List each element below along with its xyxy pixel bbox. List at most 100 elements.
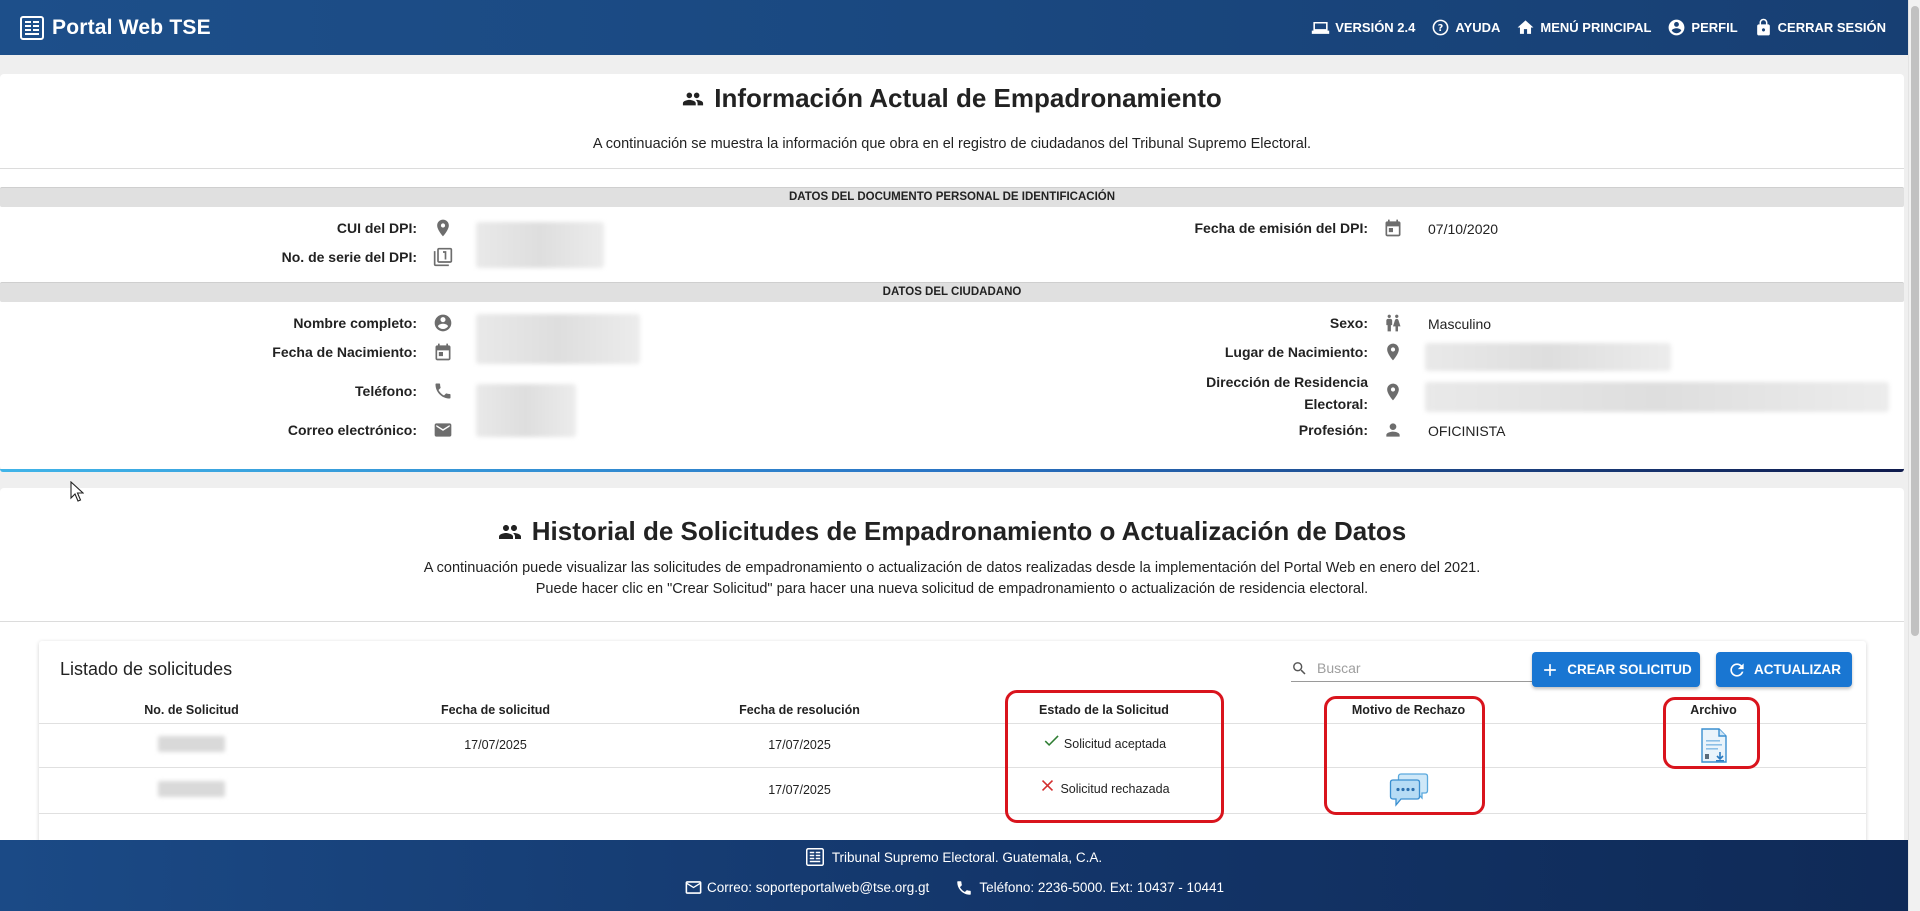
account-circle-icon: [434, 314, 452, 332]
history-header: Historial de Solicitudes de Empadronamie…: [0, 488, 1904, 600]
footer-org: Tribunal Supremo Electoral. Guatemala, C…: [831, 849, 1103, 865]
redacted-phone-email: [476, 384, 576, 437]
col-numero[interactable]: No. de Solicitud: [39, 698, 344, 724]
create-request-label: CREAR SOLICITUD: [1567, 662, 1692, 677]
cell-numero: [39, 767, 344, 814]
footer: Tribunal Supremo Electoral. Guatemala, C…: [0, 840, 1908, 911]
scrollbar-thumb[interactable]: [1911, 6, 1919, 636]
history-subtitle-line2: Puede hacer clic en "Crear Solicitud" pa…: [535, 581, 1369, 597]
col-fecha-solicitud[interactable]: Fecha de solicitud: [344, 698, 647, 724]
table-row: 17/07/2025 Solicitud rechazada: [39, 767, 1866, 814]
nav-profile-label: PERFIL: [1691, 20, 1738, 35]
tse-logo-icon: [805, 848, 824, 866]
location-pin-icon: [1387, 343, 1399, 361]
nav-help-label: AYUDA: [1455, 20, 1501, 35]
nav-logout-label: CERRAR SESIÓN: [1777, 20, 1886, 35]
search-icon: [1293, 662, 1306, 675]
nacimiento-label: Fecha de Nacimiento:: [272, 344, 417, 360]
redacted-birthplace: [1425, 343, 1671, 371]
cell-fecha-solicitud: 17/07/2025: [344, 723, 647, 768]
divider: [0, 168, 1904, 169]
history-subtitle: A continuación puede visualizar las soli…: [0, 558, 1904, 600]
dpi-section-heading: DATOS DEL DOCUMENTO PERSONAL DE IDENTIFI…: [0, 187, 1904, 207]
lock-icon: [1756, 18, 1770, 36]
calendar-icon: [1385, 219, 1401, 237]
plus-icon: [1544, 663, 1557, 676]
location-pin-icon: [437, 219, 449, 237]
cell-fecha-resolucion: 17/07/2025: [647, 723, 952, 768]
search-input[interactable]: [1317, 657, 1527, 679]
nav-help[interactable]: ? AYUDA: [1431, 18, 1500, 37]
current-info-subtitle: A continuación se muestra la información…: [592, 136, 1312, 152]
serie-label: No. de serie del DPI:: [281, 249, 417, 265]
wc-icon: [1386, 314, 1401, 332]
profesion-value: OFICINISTA: [1428, 423, 1506, 439]
lugar-label: Lugar de Nacimiento:: [1224, 344, 1368, 360]
direccion-label-line2: Electoral:: [1304, 396, 1368, 412]
current-info-card: Información Actual de Empadronamiento A …: [0, 74, 1904, 472]
col-fecha-resolucion[interactable]: Fecha de resolución: [647, 698, 952, 724]
footer-email[interactable]: Correo: soporteportalweb@tse.org.gt: [707, 880, 929, 895]
citizen-section-heading: DATOS DEL CIUDADANO: [0, 282, 1904, 302]
mouse-cursor-icon: [70, 481, 84, 502]
refresh-icon: [1730, 662, 1744, 677]
cell-fecha-solicitud: [344, 767, 647, 814]
laptop-icon: [1311, 21, 1330, 34]
profesion-label: Profesión:: [1298, 422, 1368, 438]
location-pin-icon: [1387, 383, 1399, 401]
sexo-value: Masculino: [1428, 316, 1492, 332]
divider: [0, 621, 1904, 622]
create-request-button[interactable]: CREAR SOLICITUD: [1532, 652, 1700, 687]
cell-archivo: [1561, 767, 1866, 814]
cui-label: CUI del DPI:: [336, 220, 417, 236]
tse-logo-icon: [20, 15, 44, 40]
page-scrollbar[interactable]: [1908, 0, 1920, 911]
filter-1-icon: [433, 247, 453, 267]
nombre-label: Nombre completo:: [293, 315, 417, 331]
telefono-label: Teléfono:: [355, 383, 417, 399]
current-info-title: Información Actual de Empadronamiento: [714, 83, 1222, 113]
redacted-address: [1425, 382, 1889, 412]
help-circle-icon: ?: [1432, 19, 1449, 36]
redacted-name-birthdate: [476, 314, 640, 364]
emision-label: Fecha de emisión del DPI:: [1194, 220, 1369, 236]
requests-list-title: Listado de solicitudes: [60, 659, 233, 679]
brand[interactable]: Portal Web TSE: [20, 15, 211, 40]
calendar-icon: [435, 343, 451, 361]
table-row: 17/07/2025 17/07/2025 Solicitud aceptada: [39, 723, 1866, 768]
person-icon: [1386, 423, 1400, 437]
home-icon: [1518, 20, 1534, 34]
cell-numero: [39, 723, 344, 768]
history-title: Historial de Solicitudes de Empadronamie…: [531, 516, 1407, 546]
nav-logout[interactable]: CERRAR SESIÓN: [1754, 18, 1886, 37]
app-title: Portal Web TSE: [52, 15, 211, 39]
correo-label: Correo electrónico:: [287, 422, 417, 438]
account-circle-icon: [1668, 19, 1685, 36]
footer-phone: Teléfono: 2236-5000. Ext: 10437 - 10441: [979, 880, 1224, 895]
direccion-label: Dirección de Residencia Electoral:: [1150, 373, 1368, 414]
svg-text:?: ?: [1438, 23, 1444, 34]
highlight-estado-column: [1005, 690, 1224, 823]
current-info-header: Información Actual de Empadronamiento A …: [0, 74, 1904, 152]
highlight-motivo-column: [1324, 696, 1485, 815]
people-icon: [683, 92, 704, 105]
nav-main-menu-label: MENÚ PRINCIPAL: [1540, 20, 1652, 35]
top-app-bar: Portal Web TSE VERSIÓN 2.4 ? AYUDA MENÚ …: [0, 0, 1908, 55]
nav-version-label: VERSIÓN 2.4: [1335, 20, 1416, 35]
refresh-button[interactable]: ACTUALIZAR: [1716, 652, 1852, 687]
redacted-dpi-values: [476, 222, 604, 268]
emision-value: 07/10/2020: [1428, 221, 1499, 237]
nav-version[interactable]: VERSIÓN 2.4: [1311, 18, 1415, 37]
phone-icon: [435, 383, 451, 399]
direccion-label-line1: Dirección de Residencia: [1206, 374, 1368, 390]
search-box[interactable]: [1291, 655, 1565, 682]
email-icon: [434, 423, 452, 437]
requests-table: No. de Solicitud Fecha de solicitud Fech…: [39, 698, 1866, 814]
cell-fecha-resolucion: 17/07/2025: [647, 767, 952, 814]
refresh-label: ACTUALIZAR: [1754, 662, 1841, 677]
nav-main-menu[interactable]: MENÚ PRINCIPAL: [1516, 18, 1651, 37]
redacted-request-number: [158, 780, 225, 797]
highlight-archivo-column: [1663, 697, 1760, 769]
nav-profile[interactable]: PERFIL: [1667, 18, 1738, 37]
redacted-request-number: [158, 735, 225, 752]
